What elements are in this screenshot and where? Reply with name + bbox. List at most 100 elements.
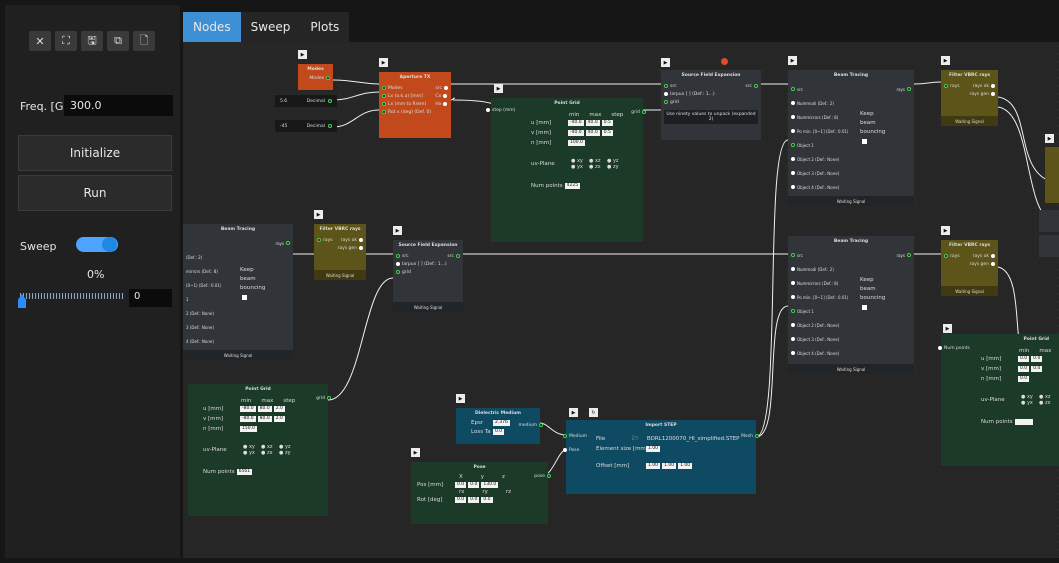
- value-input[interactable]: 1.00: [646, 463, 661, 469]
- node-point-grid[interactable]: Point Grid step (mm) grid min max step u […: [486, 98, 646, 242]
- plane-option[interactable]: ● yx: [243, 450, 261, 456]
- node-modes[interactable]: Modes Modes: [298, 64, 333, 90]
- value-input[interactable]: 0.0: [481, 496, 493, 503]
- play-button[interactable]: ▶: [941, 56, 950, 65]
- node-beam-tracing[interactable]: Beam Tracing rays (Def.: 2) mirrors (Def…: [183, 224, 293, 360]
- output-port[interactable]: [359, 246, 363, 250]
- plane-option[interactable]: ● zy: [607, 164, 625, 170]
- run-button[interactable]: Run: [18, 175, 172, 211]
- play-button[interactable]: ▶: [661, 58, 670, 67]
- node-source-field-expansion[interactable]: Source Field Expansion src src Iarpux [ ]…: [661, 70, 761, 140]
- input-port[interactable]: [791, 185, 795, 189]
- output-port[interactable]: [907, 253, 911, 257]
- value-input[interactable]: 2.0: [273, 406, 285, 412]
- value-input[interactable]: 0.0: [455, 496, 467, 503]
- input-port[interactable]: [664, 100, 668, 104]
- value-input[interactable]: 80.0: [257, 406, 272, 412]
- node-canvas[interactable]: ▶ Modes Modes ▶ Aperture TX Modes Lx (a.…: [183, 42, 1059, 558]
- input-port[interactable]: [791, 101, 795, 105]
- value-input[interactable]: 0.5: [601, 120, 613, 126]
- plane-option[interactable]: ● zy: [279, 450, 297, 456]
- input-port[interactable]: [938, 346, 942, 350]
- input-port[interactable]: [791, 143, 795, 147]
- value-input[interactable]: -80.0: [240, 406, 256, 412]
- node-partial[interactable]: [1039, 235, 1059, 257]
- input-port[interactable]: [563, 448, 567, 452]
- value-input[interactable]: 0.0: [468, 481, 480, 488]
- output-port[interactable]: [443, 94, 448, 98]
- value-input[interactable]: 0.0: [1031, 356, 1043, 362]
- keep-bouncing-checkbox[interactable]: [862, 305, 867, 310]
- input-port[interactable]: [791, 295, 795, 299]
- value-input[interactable]: 2.0: [273, 416, 285, 422]
- output-port[interactable]: [326, 76, 330, 80]
- value-input[interactable]: 40.0: [585, 130, 600, 136]
- value-input[interactable]: 0.0: [468, 496, 480, 503]
- input-port[interactable]: [791, 281, 795, 285]
- play-button[interactable]: ▶: [943, 324, 952, 333]
- output-port[interactable]: [286, 241, 290, 245]
- node-filter-partial[interactable]: [1045, 147, 1059, 203]
- plane-option[interactable]: ● zx: [261, 450, 279, 456]
- input-port[interactable]: [664, 92, 668, 96]
- decimal-input-node[interactable]: 5.6 Decimal: [275, 95, 337, 107]
- play-button[interactable]: ▶: [411, 448, 420, 457]
- input-port[interactable]: [791, 157, 795, 161]
- decimal-value[interactable]: 5.6: [280, 99, 287, 104]
- node-import-step[interactable]: Import STEP Medium Pose Mesh File 🗁 BDRL12…: [563, 420, 759, 494]
- close-button[interactable]: ✕: [29, 31, 51, 51]
- input-port[interactable]: [791, 115, 795, 119]
- input-port[interactable]: [382, 102, 386, 106]
- node-filter-rays[interactable]: Filter VBRC rays rays rays ok rays gen Wa…: [314, 224, 366, 280]
- value-input[interactable]: 2.376: [493, 419, 510, 426]
- unpack-button[interactable]: Use ninety values to unpack (expanded 2): [664, 110, 758, 124]
- value-input[interactable]: 0.0: [1018, 366, 1030, 372]
- output-port[interactable]: [991, 84, 995, 88]
- tab-sweep[interactable]: Sweep: [240, 12, 301, 42]
- input-port[interactable]: [944, 254, 948, 258]
- input-port[interactable]: [791, 351, 795, 355]
- input-port[interactable]: [791, 171, 795, 175]
- value-input[interactable]: -80.0: [240, 416, 256, 422]
- keep-bouncing-checkbox[interactable]: [242, 295, 247, 300]
- output-port[interactable]: [328, 99, 332, 103]
- output-port[interactable]: [991, 254, 995, 258]
- node-filter-rays[interactable]: Filter VBRC rays rays rays ok rays gen Wa…: [941, 240, 998, 296]
- plane-option[interactable]: ● zx: [1039, 400, 1057, 406]
- node-partial[interactable]: [1039, 210, 1059, 232]
- value-input[interactable]: 0.5: [601, 130, 613, 136]
- file-browse-icon[interactable]: 🗁: [632, 435, 639, 444]
- input-port[interactable]: [791, 337, 795, 341]
- value-input[interactable]: 100.0: [568, 140, 585, 146]
- input-port[interactable]: [791, 267, 795, 271]
- tab-nodes[interactable]: Nodes: [183, 12, 241, 42]
- play-button[interactable]: ▶: [456, 394, 465, 403]
- plane-option[interactable]: ● zx: [589, 164, 607, 170]
- node-source-field-expansion[interactable]: Source Field Expansion src src Iarpux [ ]…: [393, 240, 463, 312]
- sweep-slider-value[interactable]: 0: [129, 289, 172, 307]
- export-button[interactable]: ⧉: [107, 31, 129, 51]
- play-button[interactable]: ▶: [788, 56, 797, 65]
- play-button[interactable]: ▶: [379, 58, 388, 67]
- output-port[interactable]: [456, 254, 460, 258]
- node-pose[interactable]: Pose pose Xyz Pos [mm] 0.0 0.0 130.0 rx ry rz…: [411, 462, 551, 524]
- output-port[interactable]: [907, 87, 911, 91]
- input-port[interactable]: [563, 434, 567, 438]
- sweep-slider-track[interactable]: [20, 293, 125, 299]
- output-port[interactable]: [991, 262, 995, 266]
- node-beam-tracing[interactable]: Beam Tracing src rays Nummodi (Def.: 2) N…: [788, 236, 914, 374]
- input-port[interactable]: [382, 86, 386, 90]
- input-port[interactable]: [382, 110, 386, 114]
- play-button[interactable]: ▶: [314, 210, 323, 219]
- output-port[interactable]: [547, 474, 551, 478]
- input-port[interactable]: [791, 87, 795, 91]
- refresh-button[interactable]: ↻: [589, 408, 598, 417]
- play-button[interactable]: ▶: [941, 226, 950, 235]
- value-input[interactable]: 0.0: [1018, 376, 1030, 382]
- fullscreen-button[interactable]: ⛶: [55, 31, 77, 51]
- node-aperture-tx[interactable]: Aperture TX Modes Lx (a.k.a) [mm] Lx (mm…: [379, 72, 451, 138]
- initialize-button[interactable]: Initialize: [18, 135, 172, 171]
- input-port[interactable]: [396, 270, 400, 274]
- input-port[interactable]: [944, 84, 948, 88]
- output-port[interactable]: [444, 86, 448, 90]
